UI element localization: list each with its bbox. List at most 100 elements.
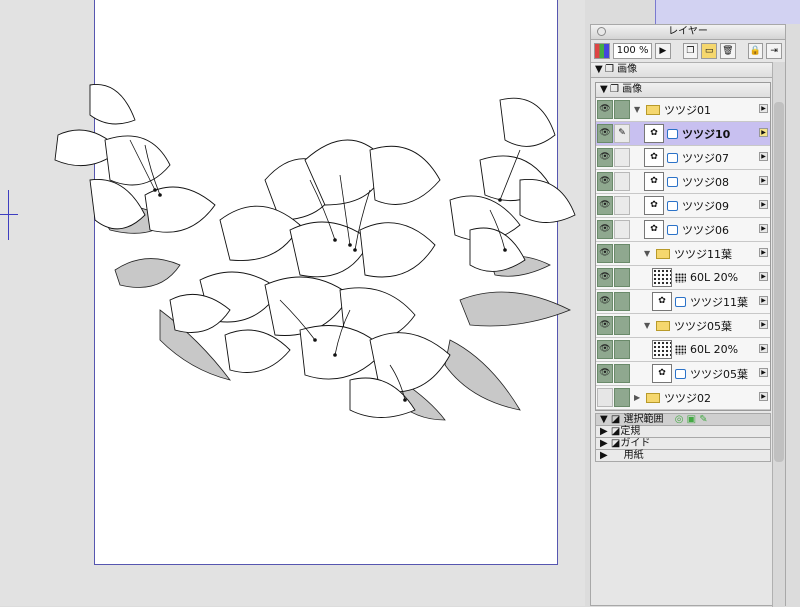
crosshair-cursor-v [8, 190, 9, 240]
page-icon: ❐ [610, 84, 619, 95]
tone-icon [675, 344, 686, 355]
layer-property-icon[interactable]: ▶ [759, 128, 768, 137]
layer-property-icon[interactable]: ▶ [759, 248, 768, 257]
new-layer-icon[interactable]: ❐ [682, 43, 699, 59]
eye-icon[interactable]: 👁 [597, 268, 613, 287]
group-image-header[interactable]: ▼ ❐ 画像 [596, 83, 770, 98]
layer-name: ツツジ06 [682, 223, 729, 237]
layer-property-icon[interactable]: ▶ [759, 224, 768, 233]
eye-icon[interactable]: 👁 [597, 220, 613, 239]
layer-row[interactable]: 👁 ▼ ツツジ11葉 ▶ [596, 242, 770, 266]
layer-row[interactable]: 👁 ▼ ツツジ05葉 ▶ [596, 314, 770, 338]
layer-row[interactable]: 👁 ✿ ツツジ05葉 ▶ [596, 362, 770, 386]
layer-property-icon[interactable]: ▶ [759, 392, 768, 401]
triangle-down-icon: ▼ [595, 64, 603, 75]
triangle-right-icon[interactable]: ▶ [634, 393, 644, 402]
layer-name: ツツジ07 [682, 151, 729, 165]
brush-icon[interactable]: ✎ [614, 124, 630, 143]
layer-property-icon[interactable]: ▶ [759, 344, 768, 353]
eye-icon[interactable]: 👁 [597, 172, 613, 191]
eye-icon[interactable]: 👁 [597, 340, 613, 359]
layer-row[interactable]: 👁 60L 20% ▶ [596, 266, 770, 290]
layer-property-icon[interactable]: ▶ [759, 272, 768, 281]
raster-layer-icon [667, 224, 678, 235]
folder-icon [656, 248, 670, 259]
eye-icon[interactable]: 👁 [597, 100, 613, 119]
layer-panel: レイヤー 100 % ▶ ❐ ▭ 🗑 🔒 ⇥ ▼ ❐ 画像 ▼ ❐ 画像 👁 ▼ ツツジ… [590, 24, 786, 607]
layer-thumbnail: ✿ [652, 364, 672, 383]
eye-icon[interactable]: 👁 [597, 316, 613, 335]
layer-property-icon[interactable]: ▶ [759, 104, 768, 113]
layer-row[interactable]: 👁 ✿ ツツジ07 ▶ [596, 146, 770, 170]
eye-icon[interactable]: 👁 [597, 364, 613, 383]
layer-lock-toggle[interactable] [614, 340, 630, 359]
layer-thumbnail: ✿ [644, 124, 664, 143]
layer-row[interactable]: 👁 ▼ ツツジ01 ▶ [596, 98, 770, 122]
scroll-thumb[interactable] [774, 102, 784, 462]
triangle-down-icon: ▼ [600, 84, 608, 95]
layer-lock-toggle[interactable] [614, 148, 630, 167]
layer-lock-toggle[interactable] [614, 220, 630, 239]
close-icon[interactable] [597, 27, 606, 36]
layer-thumbnail [652, 268, 672, 287]
lock-icon[interactable]: 🔒 [747, 43, 764, 59]
layer-property-icon[interactable]: ▶ [759, 368, 768, 377]
layer-name: ツツジ01 [664, 103, 711, 117]
layer-thumbnail: ✿ [644, 172, 664, 191]
layer-lock-toggle[interactable] [614, 196, 630, 215]
layer-row[interactable]: ▶ ツツジ02 ▶ [596, 386, 770, 410]
layer-lock-toggle[interactable] [614, 100, 630, 119]
layer-property-icon[interactable]: ▶ [759, 176, 768, 185]
layer-row[interactable]: 👁 ✿ ツツジ09 ▶ [596, 194, 770, 218]
eye-icon[interactable]: 👁 [597, 292, 613, 311]
layer-lock-toggle[interactable] [614, 292, 630, 311]
color-grid-icon[interactable] [594, 43, 610, 59]
eye-icon[interactable]: 👁 [597, 148, 613, 167]
layer-property-icon[interactable]: ▶ [759, 320, 768, 329]
layer-lock-toggle[interactable] [614, 268, 630, 287]
layer-lock-toggle[interactable] [614, 244, 630, 263]
selection-tools-icon[interactable]: ◎ ▣ ✎ [675, 414, 708, 425]
triangle-down-icon[interactable]: ▼ [644, 249, 654, 258]
layer-row[interactable]: 👁 60L 20% ▶ [596, 338, 770, 362]
zoom-arrow-icon[interactable]: ▶ [654, 43, 671, 59]
layer-row[interactable]: 👁 ✿ ツツジ06 ▶ [596, 218, 770, 242]
panel-titlebar[interactable]: レイヤー [591, 25, 785, 40]
layer-name: ツツジ05葉 [674, 319, 732, 333]
layer-lock-toggle[interactable] [614, 364, 630, 383]
triangle-down-icon[interactable]: ▼ [634, 105, 644, 114]
layer-lock-toggle[interactable] [614, 316, 630, 335]
triangle-down-icon[interactable]: ▼ [644, 321, 654, 330]
layer-row[interactable]: 👁 ✿ ツツジ08 ▶ [596, 170, 770, 194]
section-selection[interactable]: ▼ ◪ 選択範囲 ◎ ▣ ✎ [595, 413, 771, 426]
new-folder-icon[interactable]: ▭ [701, 43, 717, 59]
eye-icon[interactable] [597, 388, 613, 407]
triangle-down-icon: ▼ [600, 414, 608, 425]
trash-icon[interactable]: 🗑 [719, 43, 736, 59]
layer-property-icon[interactable]: ▶ [759, 296, 768, 305]
layer-name: ツツジ05葉 [690, 367, 748, 381]
panel-scrollbar[interactable] [772, 62, 785, 607]
layer-lock-toggle[interactable] [614, 388, 630, 407]
drawing-canvas[interactable] [0, 0, 585, 606]
top-right-strip [655, 0, 800, 24]
layer-row[interactable]: 👁 ✿ ツツジ11葉 ▶ [596, 290, 770, 314]
eye-icon[interactable]: 👁 [597, 124, 613, 143]
layer-row[interactable]: 👁 ✎ ✿ ツツジ10 ▶ [596, 122, 770, 146]
export-icon[interactable]: ⇥ [766, 43, 782, 59]
folder-icon [646, 104, 660, 115]
section-image-header[interactable]: ▼ ❐ 画像 [591, 63, 785, 78]
layer-lock-toggle[interactable] [614, 172, 630, 191]
layer-name: ツツジ11葉 [674, 247, 732, 261]
triangle-right-icon: ▶ [600, 426, 608, 437]
layer-property-icon[interactable]: ▶ [759, 152, 768, 161]
section-paper[interactable]: ▶ 用紙 [595, 450, 771, 462]
section-ruler[interactable]: ▶ ◪定規 [595, 426, 771, 438]
eye-icon[interactable]: 👁 [597, 196, 613, 215]
eye-icon[interactable]: 👁 [597, 244, 613, 263]
raster-layer-icon [667, 176, 678, 187]
layer-property-icon[interactable]: ▶ [759, 200, 768, 209]
zoom-field[interactable]: 100 % [612, 43, 652, 59]
page-icon: ❐ [605, 64, 614, 75]
section-guide[interactable]: ▶ ◪ガイド [595, 438, 771, 450]
